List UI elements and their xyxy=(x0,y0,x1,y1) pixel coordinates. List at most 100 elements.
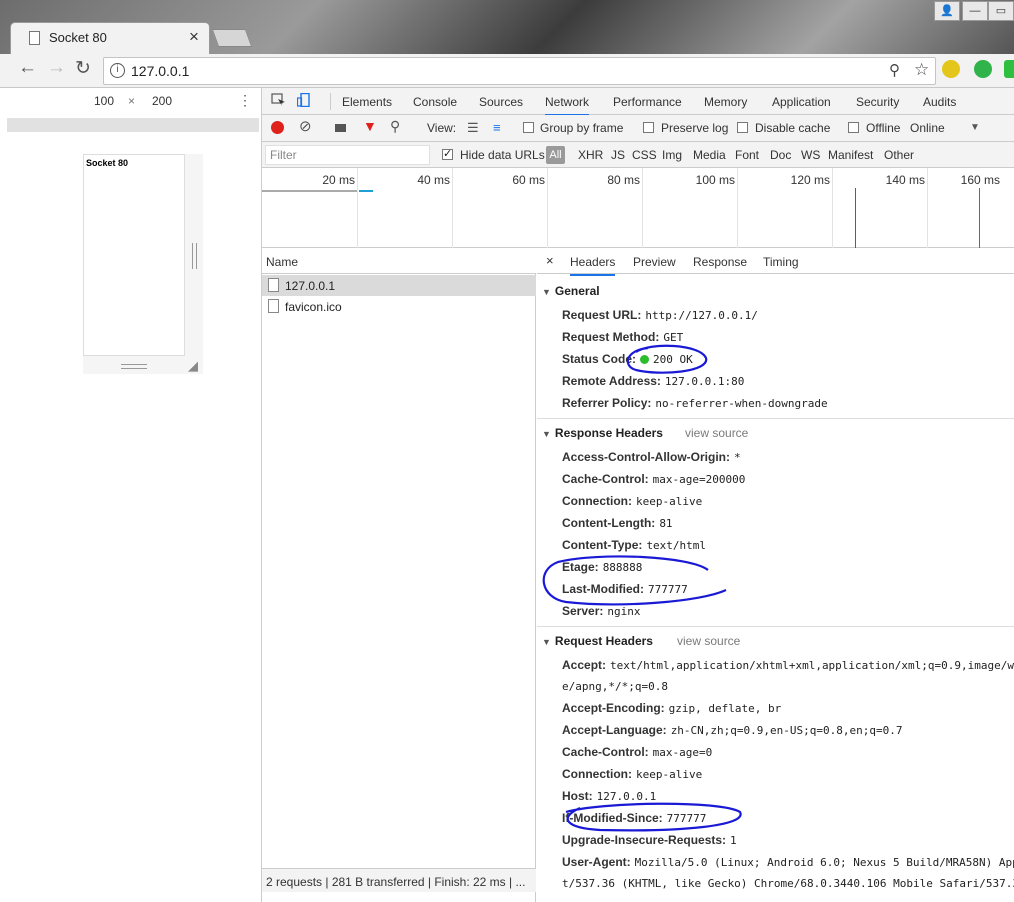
request-row[interactable]: 127.0.0.1 xyxy=(262,275,536,296)
hide-data-urls-checkbox[interactable] xyxy=(442,147,453,160)
response-view-source-link[interactable]: view source xyxy=(685,426,748,440)
tab-preview[interactable]: Preview xyxy=(633,255,676,269)
address-bar[interactable]: i 127.0.0.1 ⚲ ☆ xyxy=(103,57,936,85)
header-value: 81 xyxy=(659,517,673,530)
device-width[interactable]: 100 xyxy=(94,94,114,108)
document-icon xyxy=(268,278,279,292)
tab-application[interactable]: Application xyxy=(772,95,831,109)
disable-cache-label[interactable]: Disable cache xyxy=(755,121,830,135)
reload-icon[interactable]: ↻ xyxy=(75,57,91,80)
tab-sources[interactable]: Sources xyxy=(479,95,523,109)
extension-icon-2[interactable] xyxy=(974,60,992,78)
device-emulation-panel: 100 × 200 ⋮ Socket 80 ◢ xyxy=(0,88,262,902)
group-by-frame-checkbox[interactable] xyxy=(523,122,534,133)
filter-type-media[interactable]: Media xyxy=(693,148,726,162)
general-section-toggle[interactable]: ▼ General xyxy=(542,284,600,298)
tab-memory[interactable]: Memory xyxy=(704,95,747,109)
back-icon[interactable]: ← xyxy=(18,57,37,79)
maximize-icon[interactable]: ▭ xyxy=(988,1,1014,21)
window-controls: 👤 — ▭ xyxy=(934,0,1014,22)
url-text[interactable]: 127.0.0.1 xyxy=(131,63,189,79)
request-view-source-link[interactable]: view source xyxy=(677,634,740,648)
request-list-header[interactable]: Name xyxy=(262,248,536,274)
tick-line xyxy=(737,168,738,248)
header-key: Etage: xyxy=(562,560,599,574)
filter-type-js[interactable]: JS xyxy=(611,148,625,162)
preserve-log-checkbox[interactable] xyxy=(643,122,654,133)
header-row: Connection: keep-alive xyxy=(562,767,702,781)
record-icon[interactable] xyxy=(271,121,284,134)
tab-console[interactable]: Console xyxy=(413,95,457,109)
throttle-select[interactable]: Online xyxy=(910,121,945,135)
header-key: Accept-Language: xyxy=(562,723,667,737)
browser-tab[interactable]: Socket 80 × xyxy=(10,22,210,54)
header-row: Cache-Control: max-age=0 xyxy=(562,745,712,759)
expand-arrow-icon: ▼ xyxy=(542,287,551,297)
filter-type-doc[interactable]: Doc xyxy=(770,148,791,162)
request-row[interactable]: favicon.ico xyxy=(262,296,536,317)
hide-data-urls-label[interactable]: Hide data URLs xyxy=(460,148,545,162)
preserve-log-label[interactable]: Preserve log xyxy=(661,121,728,135)
tick-line xyxy=(927,168,928,248)
tab-audits[interactable]: Audits xyxy=(923,95,956,109)
tick-line xyxy=(642,168,643,248)
device-toolbar-icon[interactable] xyxy=(297,93,312,107)
group-by-frame-label[interactable]: Group by frame xyxy=(540,121,623,135)
minimize-icon[interactable]: — xyxy=(962,1,988,21)
response-headers-title: Response Headers xyxy=(554,426,663,440)
more-options-icon[interactable]: ⋮ xyxy=(238,92,252,109)
user-icon[interactable]: 👤 xyxy=(934,1,960,21)
inspect-element-icon[interactable] xyxy=(271,93,286,107)
device-height[interactable]: 200 xyxy=(152,94,172,108)
response-headers-toggle[interactable]: ▼ Response Headers xyxy=(542,426,663,440)
filter-type-manifest[interactable]: Manifest xyxy=(828,148,873,162)
forward-icon[interactable]: → xyxy=(47,57,66,79)
tab-performance[interactable]: Performance xyxy=(613,95,682,109)
filter-type-all[interactable]: All xyxy=(546,146,565,164)
network-overview-timeline[interactable]: 20 ms 40 ms 60 ms 80 ms 100 ms 120 ms 14… xyxy=(262,168,1014,248)
offline-checkbox[interactable] xyxy=(848,122,859,133)
new-tab-button[interactable] xyxy=(211,29,253,47)
clear-icon[interactable]: ⊘ xyxy=(299,117,312,135)
request-headers-toggle[interactable]: ▼ Request Headers xyxy=(542,634,653,648)
header-key: Accept-Encoding: xyxy=(562,701,665,715)
tab-network[interactable]: Network xyxy=(545,95,590,116)
header-row: User-Agent: Mozilla/5.0 (Linux; Android 6… xyxy=(562,855,1014,869)
filter-icon[interactable]: ▼ xyxy=(363,118,377,134)
info-icon[interactable]: i xyxy=(110,63,125,78)
extension-icon-1[interactable] xyxy=(942,60,960,78)
extension-icon-3[interactable] xyxy=(1004,60,1014,78)
header-value: 777777 xyxy=(648,583,688,596)
resize-handle-bottom[interactable] xyxy=(121,364,147,369)
close-details-icon[interactable]: × xyxy=(546,253,554,268)
filter-type-ws[interactable]: WS xyxy=(801,148,820,162)
device-ruler xyxy=(7,118,259,132)
waterfall-icon[interactable]: ≡ xyxy=(493,120,501,135)
filter-type-xhr[interactable]: XHR xyxy=(578,148,603,162)
header-value: max-age=0 xyxy=(652,746,713,759)
filter-type-img[interactable]: Img xyxy=(662,148,682,162)
large-rows-icon[interactable]: ☰ xyxy=(467,120,479,136)
search-icon[interactable]: ⚲ xyxy=(390,118,400,135)
screenshot-icon[interactable] xyxy=(335,124,346,132)
tick-label: 160 ms xyxy=(960,173,1000,187)
tab-security[interactable]: Security xyxy=(856,95,899,109)
tab-response[interactable]: Response xyxy=(693,255,747,269)
tab-headers[interactable]: Headers xyxy=(570,255,616,276)
offline-label[interactable]: Offline xyxy=(866,121,900,135)
filter-type-font[interactable]: Font xyxy=(735,148,759,162)
filter-type-other[interactable]: Other xyxy=(884,148,914,162)
filter-type-css[interactable]: CSS xyxy=(632,148,657,162)
disable-cache-checkbox[interactable] xyxy=(737,122,748,133)
filter-bar: Filter Hide data URLs All XHR JS CSS Img… xyxy=(262,142,1014,168)
resize-handle-right[interactable] xyxy=(192,243,197,269)
resize-corner-icon[interactable]: ◢ xyxy=(188,358,198,374)
bookmark-star-icon[interactable]: ☆ xyxy=(914,60,929,80)
chevron-down-icon[interactable]: ▼ xyxy=(970,122,980,133)
tab-elements[interactable]: Elements xyxy=(342,95,392,109)
name-column-header[interactable]: Name xyxy=(266,255,298,269)
filter-input[interactable]: Filter xyxy=(265,145,430,165)
close-tab-icon[interactable]: × xyxy=(189,27,199,47)
tab-timing[interactable]: Timing xyxy=(763,255,799,269)
zoom-icon[interactable]: ⚲ xyxy=(889,61,900,79)
